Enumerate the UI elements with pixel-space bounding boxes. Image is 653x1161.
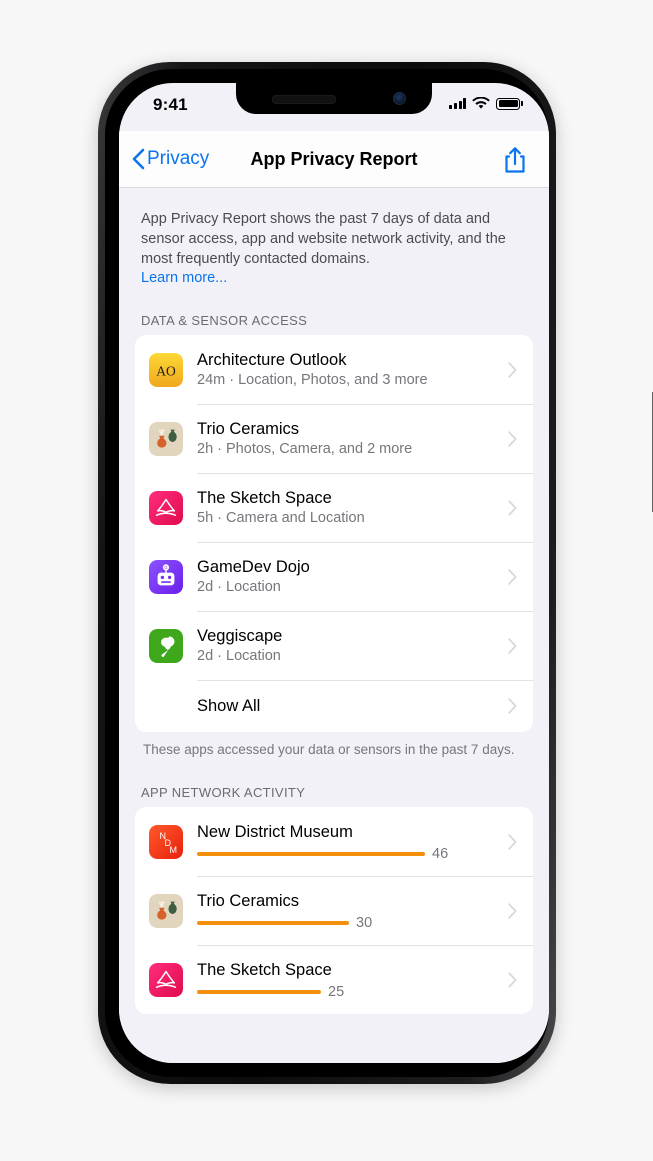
device-bezel: 9:41 Privacy App Privacy Report App Priv… — [105, 69, 549, 1077]
network-usage-bar: 30 — [197, 916, 500, 930]
chevron-right-icon — [508, 430, 517, 447]
network-activity-card: N D M New District Museum 46 Trio Cerami… — [135, 807, 533, 1014]
app-detail: 2d · Location — [197, 578, 281, 595]
network-section-header: APP NETWORK ACTIVITY — [141, 785, 306, 800]
chevron-right-icon — [508, 637, 517, 654]
list-item[interactable]: Trio Ceramics 2h · Photos, Camera, and 2… — [135, 404, 533, 473]
network-usage-value: 30 — [356, 915, 373, 931]
new-district-museum-app-icon: N D M — [149, 824, 183, 859]
app-detail: 5h · Camera and Location — [197, 509, 365, 526]
battery-icon — [496, 97, 521, 110]
bar-track — [197, 851, 425, 857]
chevron-right-icon — [508, 833, 517, 850]
screenshot-stage: 9:41 Privacy App Privacy Report App Priv… — [0, 0, 653, 1161]
chevron-right-icon — [508, 361, 517, 378]
chevron-right-icon — [508, 902, 517, 919]
trio-ceramics-app-icon — [149, 893, 183, 928]
list-item-text: Trio Ceramics 2h · Photos, Camera, and 2… — [197, 419, 500, 459]
front-camera-icon — [393, 92, 406, 105]
table-row[interactable]: The Sketch Space 25 — [135, 945, 533, 1014]
show-all-label: Show All — [197, 697, 261, 715]
bar-fill — [197, 989, 321, 995]
list-item-text: GameDev Dojo 2d · Location — [197, 557, 500, 597]
table-row[interactable]: Trio Ceramics 30 — [135, 876, 533, 945]
table-row-text: Trio Ceramics 30 — [197, 891, 500, 930]
app-detail: 2h · Photos, Camera, and 2 more — [197, 440, 413, 457]
bar-track — [197, 989, 321, 995]
list-item[interactable]: Veggiscape 2d · Location — [135, 611, 533, 680]
app-name: Trio Ceramics — [197, 892, 300, 910]
bar-fill — [197, 851, 425, 857]
list-item-text: Architecture Outlook 24m · Location, Pho… — [197, 350, 500, 390]
the-sketch-space-app-icon — [149, 490, 183, 525]
intro-text: App Privacy Report shows the past 7 days… — [141, 211, 506, 267]
notch — [236, 83, 432, 114]
app-detail: 24m · Location, Photos, and 3 more — [197, 371, 428, 388]
scroll-content[interactable]: App Privacy Report shows the past 7 days… — [119, 187, 549, 1063]
list-item-text: The Sketch Space 5h · Camera and Locatio… — [197, 488, 500, 528]
status-bar-clock: 9:41 — [153, 95, 188, 114]
chevron-right-icon — [508, 499, 517, 516]
trio-ceramics-app-icon — [149, 421, 183, 456]
chevron-right-icon — [508, 698, 517, 714]
veggiscape-app-icon — [149, 628, 183, 663]
navigation-bar: Privacy App Privacy Report — [119, 131, 549, 188]
data-sensor-footnote: These apps accessed your data or sensors… — [143, 742, 515, 757]
list-item[interactable]: AO Architecture Outlook 24m · Location, … — [135, 335, 533, 404]
show-all-text-wrap: Show All — [197, 696, 500, 716]
svg-text:M: M — [170, 845, 178, 855]
status-bar-indicators — [449, 97, 523, 110]
svg-text:G: G — [164, 565, 168, 570]
wifi-icon — [472, 97, 491, 109]
network-usage-bar: 25 — [197, 985, 500, 999]
app-name: The Sketch Space — [197, 961, 332, 979]
battery-tip — [521, 101, 523, 106]
show-all-button[interactable]: Show All — [135, 680, 533, 732]
network-usage-bar: 46 — [197, 847, 500, 861]
chevron-right-icon — [508, 971, 517, 988]
chevron-right-icon — [508, 568, 517, 585]
network-usage-value: 46 — [432, 846, 449, 862]
architecture-outlook-app-icon: AO — [149, 352, 183, 387]
app-name: The Sketch Space — [197, 488, 332, 507]
bar-track — [197, 920, 349, 926]
data-sensor-card: AO Architecture Outlook 24m · Location, … — [135, 335, 533, 732]
table-row-text: The Sketch Space 25 — [197, 960, 500, 999]
app-name: Veggiscape — [197, 626, 283, 645]
app-name: Trio Ceramics — [197, 419, 300, 438]
table-row[interactable]: N D M New District Museum 46 — [135, 807, 533, 876]
app-detail: 2d · Location — [197, 647, 281, 664]
list-item-text: Veggiscape 2d · Location — [197, 626, 500, 666]
data-sensor-section-header: DATA & SENSOR ACCESS — [141, 313, 308, 328]
app-name: New District Museum — [197, 823, 353, 841]
svg-text:AO: AO — [156, 363, 176, 378]
share-icon[interactable] — [501, 145, 529, 175]
page-title: App Privacy Report — [250, 148, 418, 169]
device-screen: 9:41 Privacy App Privacy Report App Priv… — [119, 83, 549, 1063]
the-sketch-space-app-icon — [149, 962, 183, 997]
intro-block: App Privacy Report shows the past 7 days… — [119, 187, 549, 287]
iphone-device-frame: 9:41 Privacy App Privacy Report App Priv… — [98, 62, 653, 1084]
cellular-signal-icon — [449, 98, 467, 109]
list-item[interactable]: G GameDev Dojo 2d · Location — [135, 542, 533, 611]
bar-fill — [197, 920, 349, 926]
app-name: GameDev Dojo — [197, 557, 310, 576]
gamedev-dojo-app-icon: G — [149, 559, 183, 594]
earpiece-speaker-icon — [272, 95, 336, 104]
learn-more-link[interactable]: Learn more... — [141, 270, 227, 286]
table-row-text: New District Museum 46 — [197, 822, 500, 861]
app-name: Architecture Outlook — [197, 350, 347, 369]
list-item[interactable]: The Sketch Space 5h · Camera and Locatio… — [135, 473, 533, 542]
network-usage-value: 25 — [328, 984, 345, 1000]
